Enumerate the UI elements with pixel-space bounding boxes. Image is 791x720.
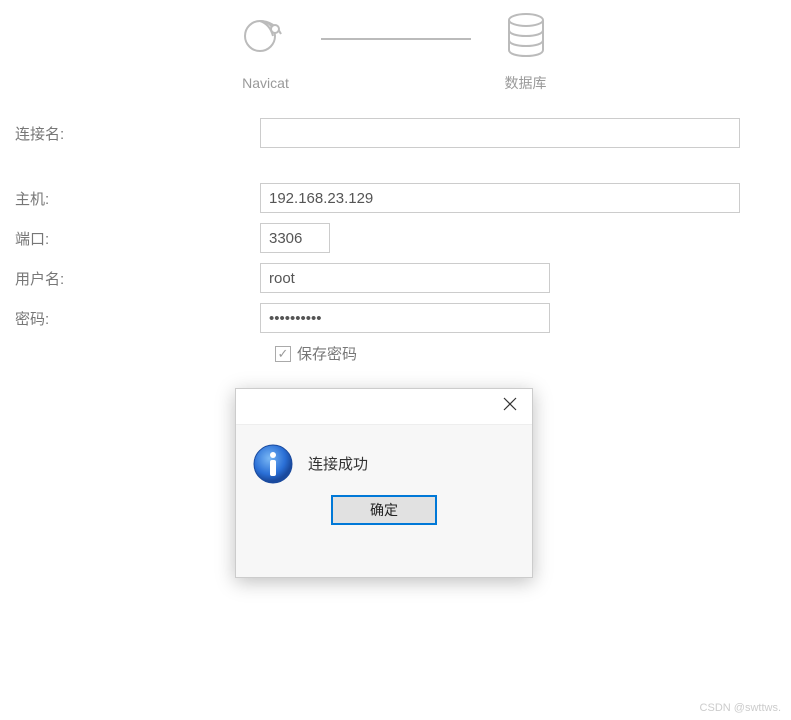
ok-button[interactable]: 确定 bbox=[331, 495, 437, 525]
navicat-label: Navicat bbox=[242, 75, 289, 91]
dialog-message: 连接成功 bbox=[308, 443, 368, 474]
database-label: 数据库 bbox=[505, 73, 547, 93]
close-button[interactable] bbox=[488, 389, 532, 425]
header-icons: Navicat 数据库 bbox=[0, 0, 791, 93]
port-input[interactable] bbox=[260, 223, 330, 253]
dialog-body: 连接成功 bbox=[236, 425, 532, 495]
username-input[interactable] bbox=[260, 263, 550, 293]
navicat-block: Navicat bbox=[241, 12, 291, 91]
database-block: 数据库 bbox=[501, 10, 551, 93]
navicat-icon bbox=[241, 12, 291, 67]
connector-line bbox=[321, 38, 471, 40]
connection-name-label: 连接名: bbox=[15, 123, 260, 144]
password-input[interactable] bbox=[260, 303, 550, 333]
save-password-checkbox[interactable]: ✓ bbox=[275, 346, 291, 362]
dialog-titlebar bbox=[236, 389, 532, 425]
connection-form: 连接名: 主机: 端口: 用户名: 密码: ✓ 保存密码 bbox=[0, 118, 791, 364]
username-label: 用户名: bbox=[15, 268, 260, 289]
password-label: 密码: bbox=[15, 308, 260, 329]
dialog-buttons: 确定 bbox=[236, 495, 532, 541]
database-icon bbox=[501, 10, 551, 65]
host-label: 主机: bbox=[15, 188, 260, 209]
save-password-row[interactable]: ✓ 保存密码 bbox=[275, 343, 791, 364]
host-input[interactable] bbox=[260, 183, 740, 213]
close-icon bbox=[503, 397, 517, 416]
info-icon bbox=[252, 443, 294, 485]
save-password-label: 保存密码 bbox=[297, 343, 357, 364]
port-label: 端口: bbox=[15, 228, 260, 249]
watermark: CSDN @swttws. bbox=[700, 702, 781, 714]
connection-name-input[interactable] bbox=[260, 118, 740, 148]
message-dialog: 连接成功 确定 bbox=[235, 388, 533, 578]
